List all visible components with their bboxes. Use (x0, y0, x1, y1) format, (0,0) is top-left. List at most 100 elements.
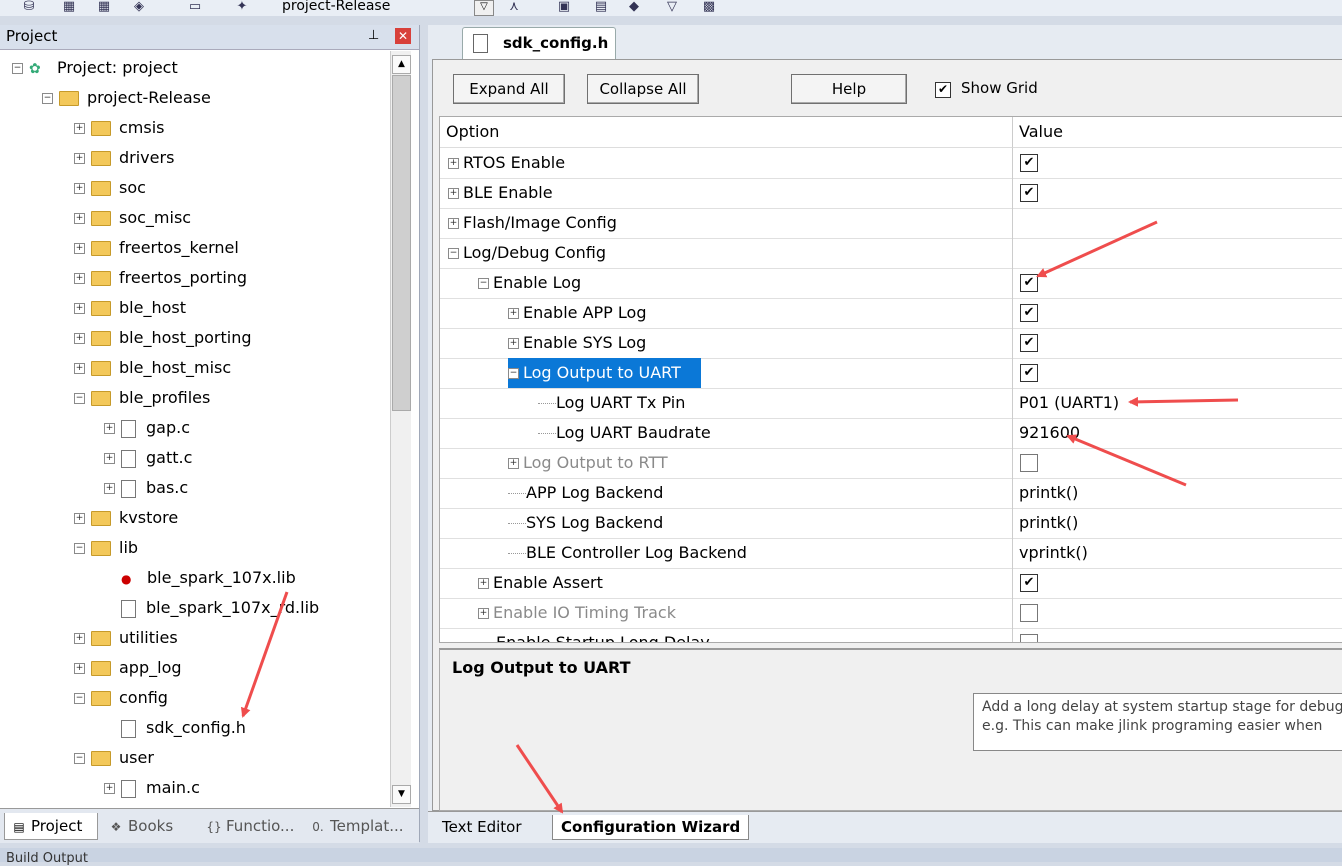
tab-configuration-wizard[interactable]: Configuration Wizard (552, 815, 750, 840)
close-icon[interactable]: ✕ (395, 28, 411, 44)
value-cell[interactable]: vprintk() (1012, 538, 1342, 568)
option-cell[interactable]: + BLE Enable (448, 178, 553, 208)
batch-build-icon[interactable]: ⛁ (20, 0, 38, 14)
expand-icon[interactable]: + (74, 363, 85, 374)
option-checkbox[interactable]: ✔ (1020, 304, 1038, 322)
value-cell[interactable]: printk() (1012, 508, 1342, 538)
expand-icon[interactable]: + (104, 783, 115, 794)
expand-icon[interactable]: + (104, 423, 115, 434)
tab-functio[interactable]: {} Functio... (200, 813, 300, 839)
expand-icon[interactable]: + (74, 213, 85, 224)
option-checkbox[interactable]: ✔ (1020, 574, 1038, 592)
expand-icon[interactable]: + (74, 183, 85, 194)
tree-item[interactable]: + freertos_porting (74, 264, 247, 292)
value-cell[interactable] (1012, 238, 1342, 268)
tree-item[interactable]: − config (74, 684, 168, 712)
tree-item[interactable]: ble_spark_107x_rd.lib (104, 594, 319, 622)
option-cell[interactable]: + Enable SYS Log (508, 328, 646, 358)
collapse-icon[interactable]: − (74, 543, 85, 554)
configure-icon[interactable]: ▤ (592, 0, 610, 14)
option-checkbox[interactable]: ✔ (1020, 274, 1038, 292)
tree-item[interactable]: + utilities (74, 624, 178, 652)
collapse-all-button[interactable]: Collapse All (587, 74, 699, 104)
expand-icon[interactable]: + (478, 578, 489, 589)
option-row[interactable]: Log UART Baudrate 921600 (440, 418, 1342, 449)
value-cell[interactable] (1012, 208, 1342, 238)
tree-item[interactable]: + kvstore (74, 504, 178, 532)
tree-item[interactable]: + soc (74, 174, 146, 202)
option-row[interactable]: Enable Startup Long Delay (440, 628, 1342, 642)
value-cell[interactable]: ✔ (1012, 298, 1342, 328)
tree-item[interactable]: + drivers (74, 144, 174, 172)
option-checkbox[interactable]: ✔ (1020, 184, 1038, 202)
collapse-icon[interactable]: − (448, 248, 459, 259)
value-cell[interactable] (1012, 628, 1342, 642)
option-cell[interactable]: − Log/Debug Config (448, 238, 606, 268)
expand-icon[interactable]: + (74, 513, 85, 524)
option-cell[interactable]: Enable Startup Long Delay (478, 628, 710, 642)
option-cell[interactable]: + Enable APP Log (508, 298, 647, 328)
collapse-icon[interactable]: − (12, 63, 23, 74)
tab-sdk-config[interactable]: sdk_config.h (462, 27, 616, 59)
collapse-icon[interactable]: − (508, 368, 519, 379)
expand-all-button[interactable]: Expand All (453, 74, 565, 104)
tab-text-editor[interactable]: Text Editor (442, 815, 522, 839)
option-row[interactable]: SYS Log Backend printk() (440, 508, 1342, 539)
expand-icon[interactable]: + (74, 273, 85, 284)
option-checkbox[interactable]: ✔ (1020, 154, 1038, 172)
value-cell[interactable]: P01 (UART1) (1012, 388, 1342, 418)
option-cell[interactable]: SYS Log Backend (508, 508, 663, 538)
tree-item[interactable]: + ble_host_porting (74, 324, 252, 352)
option-checkbox[interactable]: ✔ (1020, 364, 1038, 382)
target-options-icon[interactable]: ✦ (233, 0, 251, 14)
tree-item[interactable]: + gap.c (104, 414, 190, 442)
collapse-icon[interactable]: − (478, 278, 489, 289)
option-cell[interactable]: + Enable Assert (478, 568, 603, 598)
value-cell[interactable]: ✔ (1012, 178, 1342, 208)
tree-item[interactable]: − lib (74, 534, 138, 562)
tree-item[interactable]: + ble_host (74, 294, 186, 322)
tree-item[interactable]: + gatt.c (104, 444, 192, 472)
help-button[interactable]: Help (791, 74, 907, 104)
tree-item[interactable]: + freertos_kernel (74, 234, 239, 262)
tree-item[interactable]: + app_log (74, 654, 182, 682)
collapse-icon[interactable]: − (42, 93, 53, 104)
expand-icon[interactable]: + (74, 123, 85, 134)
tree-item[interactable]: − ble_profiles (74, 384, 210, 412)
pin-icon[interactable]: ⊥ (368, 28, 379, 43)
tree-item[interactable]: − ✿ Project: project (12, 54, 178, 82)
expand-icon[interactable]: + (74, 633, 85, 644)
value-cell[interactable] (1012, 448, 1342, 478)
option-row[interactable]: + Flash/Image Config (440, 208, 1342, 239)
window-layout-icon[interactable]: ▣ (555, 0, 573, 14)
tree-item[interactable]: + main.c (104, 774, 200, 801)
scroll-down-icon[interactable]: ▼ (392, 785, 411, 804)
option-row[interactable]: + Enable APP Log ✔ (440, 298, 1342, 329)
option-cell[interactable]: Log UART Tx Pin (538, 388, 685, 418)
value-cell[interactable]: 921600 (1012, 418, 1342, 448)
scrollbar-thumb[interactable] (392, 75, 411, 411)
tree-item[interactable]: − user (74, 744, 154, 772)
tree-item[interactable]: − project-Release (42, 84, 211, 112)
filter-icon[interactable]: ▽ (663, 0, 681, 14)
option-row[interactable]: − Enable Log ✔ (440, 268, 1342, 299)
option-cell[interactable]: Log UART Baudrate (538, 418, 711, 448)
value-cell[interactable] (1012, 598, 1342, 628)
expand-icon[interactable]: + (508, 458, 519, 469)
expand-icon[interactable]: + (74, 153, 85, 164)
value-cell[interactable]: ✔ (1012, 328, 1342, 358)
translate-icon[interactable]: ▭ (186, 0, 204, 14)
download-icon[interactable]: ◈ (130, 0, 148, 14)
build-icon[interactable]: ▦ (95, 0, 113, 14)
tree-item[interactable]: ● ble_spark_107x.lib (104, 564, 296, 592)
option-row[interactable]: + RTOS Enable ✔ (440, 148, 1342, 179)
value-cell[interactable]: ✔ (1012, 268, 1342, 298)
option-row[interactable]: + Enable SYS Log ✔ (440, 328, 1342, 359)
collapse-icon[interactable]: − (74, 753, 85, 764)
option-row[interactable]: + BLE Enable ✔ (440, 178, 1342, 209)
software-packs-icon[interactable]: ▩ (700, 0, 718, 14)
option-checkbox[interactable] (1020, 634, 1038, 642)
collapse-icon[interactable]: − (74, 693, 85, 704)
manage-components-icon[interactable]: ⋏ (505, 0, 523, 14)
option-cell[interactable]: + RTOS Enable (448, 148, 565, 178)
